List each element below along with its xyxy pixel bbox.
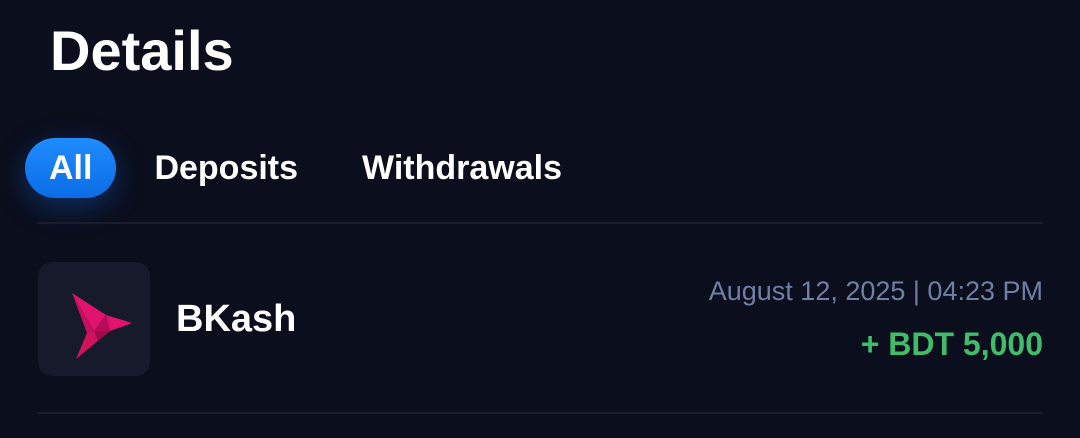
- divider: [38, 222, 1043, 224]
- tab-deposits[interactable]: Deposits: [154, 138, 298, 198]
- page-title: Details: [50, 19, 234, 82]
- transaction-datetime: August 12, 2025 | 04:23 PM: [708, 276, 1043, 306]
- provider-name: BKash: [176, 298, 297, 340]
- transaction-row[interactable]: BKash August 12, 2025 | 04:23 PM + BDT 5…: [38, 262, 1043, 376]
- filter-tabs: All Deposits Withdrawals: [25, 138, 562, 198]
- transaction-amount: + BDT 5,000: [860, 326, 1043, 362]
- tab-all[interactable]: All: [25, 138, 117, 198]
- bkash-bird-logo-icon: [72, 293, 132, 359]
- tab-withdrawals[interactable]: Withdrawals: [362, 138, 562, 198]
- divider: [38, 412, 1043, 414]
- provider-logo: [38, 262, 150, 376]
